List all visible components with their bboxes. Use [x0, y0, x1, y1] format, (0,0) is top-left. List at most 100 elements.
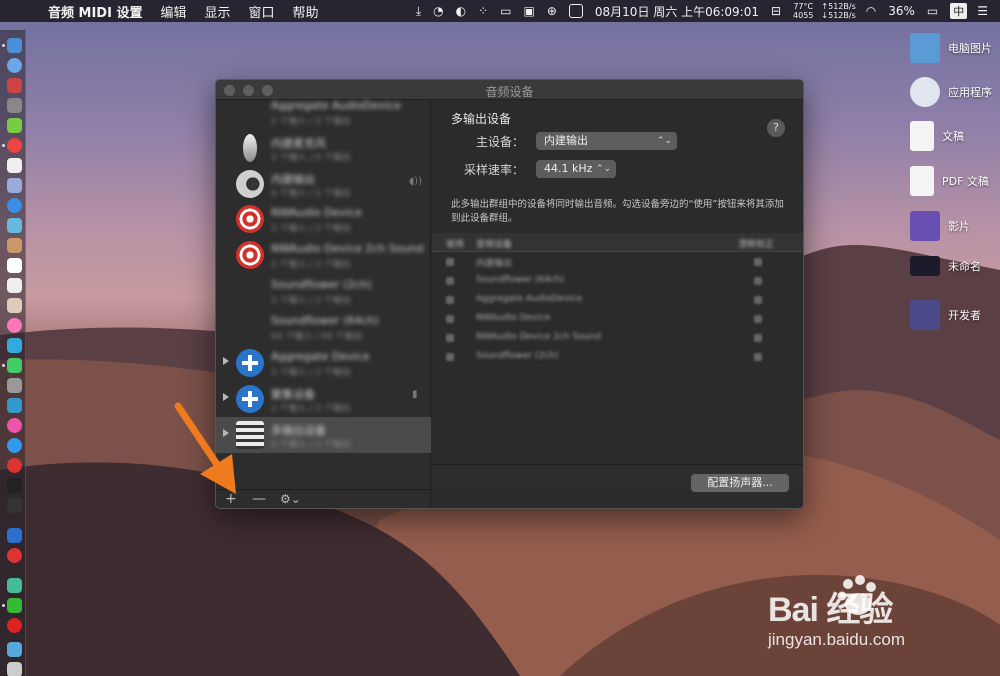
device-item[interactable]: 聚集设备 2 个输入 / 2 个输出 ▮: [216, 381, 431, 417]
download-icon[interactable]: ⤓: [416, 4, 421, 19]
desktop-item[interactable]: 电脑图片: [910, 33, 992, 63]
wifi-icon[interactable]: ◠: [866, 4, 876, 18]
dock-chrome-icon[interactable]: [7, 138, 22, 153]
device-item[interactable]: 内建输出 0 个输入 / 2 个输出 ◖)): [216, 166, 431, 202]
desktop-item[interactable]: 未命名: [910, 256, 981, 276]
menu-app-name[interactable]: 音频 MIDI 设置: [48, 2, 142, 21]
dock-stickies-icon[interactable]: [7, 298, 22, 313]
use-checkbox[interactable]: [446, 258, 454, 266]
dock-launchpad-icon[interactable]: [7, 78, 22, 93]
menu-help[interactable]: 帮助: [293, 2, 319, 21]
disclosure-triangle-icon[interactable]: [223, 357, 229, 365]
help-button[interactable]: ?: [767, 119, 785, 137]
messages-icon[interactable]: ▣: [524, 4, 535, 18]
device-item-selected[interactable]: 多输出设备 0 个输入 / 2 个输出: [216, 417, 431, 453]
dock-rocket-icon[interactable]: [7, 98, 22, 113]
use-checkbox[interactable]: [446, 334, 454, 342]
drift-checkbox[interactable]: [754, 353, 762, 361]
dock-reminders-icon[interactable]: [7, 278, 22, 293]
screen-record-icon[interactable]: ⊟: [771, 4, 781, 18]
dock-vivaldi-icon[interactable]: [7, 458, 22, 473]
chat-icon[interactable]: ▭: [500, 4, 511, 18]
dock-siri-icon[interactable]: [7, 58, 22, 73]
col-header-drift[interactable]: 漂移校正: [738, 237, 774, 250]
dock-music-icon[interactable]: [7, 418, 22, 433]
use-checkbox[interactable]: [446, 277, 454, 285]
battery-icon[interactable]: ▭: [927, 4, 938, 18]
dock-yandex-icon[interactable]: [7, 548, 22, 563]
clock-datetime[interactable]: 08月10日 周六 上午06:09:01: [595, 3, 759, 20]
disclosure-triangle-icon[interactable]: [223, 393, 229, 401]
dock-notes-icon[interactable]: [7, 238, 22, 253]
drift-checkbox[interactable]: [754, 334, 762, 342]
dock-safari-icon[interactable]: [7, 198, 22, 213]
calendar-icon[interactable]: [568, 4, 583, 18]
use-checkbox[interactable]: [446, 353, 454, 361]
desktop-item[interactable]: 开发者: [910, 300, 981, 330]
dock-wechat-icon[interactable]: [7, 598, 22, 613]
device-item[interactable]: Aggregate Device 2 个输入 / 2 个输出: [216, 345, 431, 381]
use-checkbox[interactable]: [446, 296, 454, 304]
dock-terminal-icon[interactable]: [7, 478, 22, 493]
dock-android-icon[interactable]: [7, 118, 22, 133]
qq-icon[interactable]: ◔: [433, 4, 443, 18]
dots-icon[interactable]: ⁘: [478, 4, 488, 18]
drift-checkbox[interactable]: [754, 258, 762, 266]
dock-facetime-icon[interactable]: [7, 358, 22, 373]
sensor-readout[interactable]: 77°C 4055: [793, 2, 813, 20]
table-row[interactable]: NWAudio Device: [432, 309, 803, 328]
device-item[interactable]: NWAudio Device 2ch Sound 2 个输入 / 2 个输出: [216, 237, 431, 273]
table-row[interactable]: Aggregate AudioDevice: [432, 290, 803, 309]
table-row[interactable]: 内建输出: [432, 252, 803, 271]
dock-folder-icon[interactable]: [7, 642, 22, 657]
device-item[interactable]: Aggregate AudioDevice 2 个输入 / 2 个输出: [216, 94, 431, 130]
dock-messages-icon[interactable]: [7, 338, 22, 353]
sample-rate-popup[interactable]: 44.1 kHz ⌃⌄: [536, 160, 616, 178]
battery-percent[interactable]: 36%: [888, 4, 915, 18]
drift-checkbox[interactable]: [754, 277, 762, 285]
dock-trash-icon[interactable]: [7, 662, 22, 676]
desktop-item[interactable]: 影片: [910, 211, 970, 241]
configure-speakers-button[interactable]: 配置扬声器...: [691, 474, 789, 492]
compass-icon[interactable]: ◐: [456, 4, 466, 18]
desktop-item[interactable]: 文稿: [910, 121, 964, 151]
col-header-use[interactable]: 使用: [446, 237, 464, 250]
menu-view[interactable]: 显示: [204, 2, 230, 21]
menu-list-icon[interactable]: ☰: [977, 4, 988, 18]
col-header-device[interactable]: 音频设备: [476, 237, 512, 250]
dock-netease-icon[interactable]: [7, 618, 22, 633]
master-device-popup[interactable]: 内建输出 ⌃⌄: [536, 132, 677, 150]
desktop-item[interactable]: PDF 文稿: [910, 166, 989, 196]
dock-system-prefs-icon[interactable]: [7, 378, 22, 393]
dock-calendar-icon[interactable]: [7, 258, 22, 273]
table-row[interactable]: Soundflower (2ch): [432, 347, 803, 366]
drift-checkbox[interactable]: [754, 315, 762, 323]
input-method-indicator[interactable]: 中: [950, 3, 968, 19]
device-item[interactable]: 内建麦克风 2 个输入 / 0 个输出: [216, 130, 431, 166]
dock-finder-icon[interactable]: [7, 38, 22, 53]
dock-wechat-work-icon[interactable]: [7, 578, 22, 593]
add-device-button[interactable]: +: [225, 491, 237, 507]
dock-vpn-icon[interactable]: [7, 528, 22, 543]
menu-edit[interactable]: 编辑: [160, 2, 186, 21]
device-item[interactable]: Soundflower (2ch) 2 个输入 / 2 个输出: [216, 273, 431, 309]
remove-device-button[interactable]: —: [252, 491, 266, 507]
dock-app-icon[interactable]: [7, 158, 22, 173]
disclosure-triangle-icon[interactable]: [223, 429, 229, 437]
network-speed[interactable]: ↑512B/s ↓512B/s: [821, 2, 855, 20]
gear-menu-button[interactable]: ⚙⌄: [280, 492, 301, 506]
dock-appstore-icon[interactable]: [7, 438, 22, 453]
dock-app2-icon[interactable]: [7, 178, 22, 193]
dock-activity-icon[interactable]: [7, 498, 22, 513]
device-item[interactable]: Soundflower (64ch) 64 个输入 / 64 个输出: [216, 309, 431, 345]
globe-icon[interactable]: ⊕: [547, 4, 557, 18]
menu-window[interactable]: 窗口: [249, 2, 275, 21]
dock-keynote-icon[interactable]: [7, 398, 22, 413]
desktop-item[interactable]: 应用程序: [910, 77, 992, 107]
dock-photos-icon[interactable]: [7, 318, 22, 333]
dock-preview-icon[interactable]: [7, 218, 22, 233]
drift-checkbox[interactable]: [754, 296, 762, 304]
table-row[interactable]: NWAudio Device 2ch Sound: [432, 328, 803, 347]
table-row[interactable]: Soundflower (64ch): [432, 271, 803, 290]
use-checkbox[interactable]: [446, 315, 454, 323]
